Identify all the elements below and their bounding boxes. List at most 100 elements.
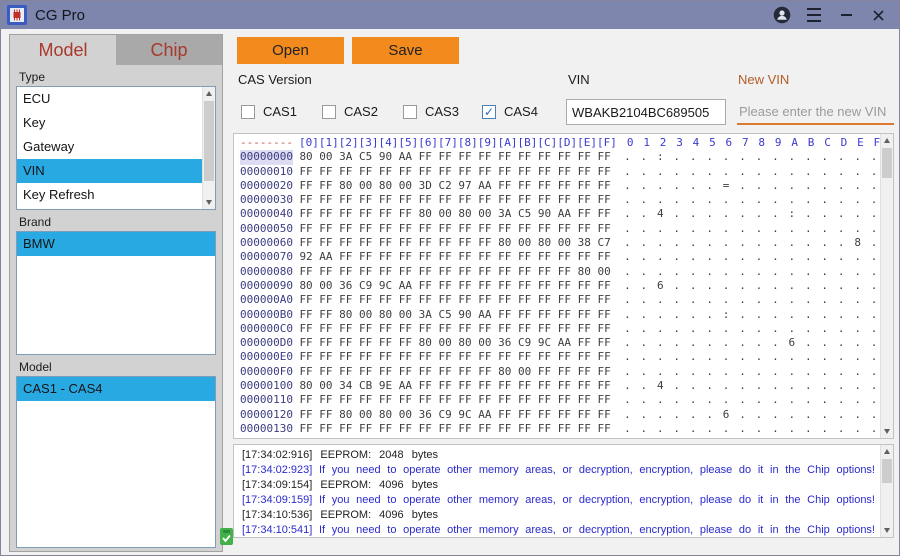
hex-bytes[interactable]: FF FF FF FF FF FF FF FF FF FF FF FF FF F… bbox=[299, 165, 614, 179]
new-vin-input[interactable] bbox=[737, 99, 894, 125]
hex-bytes[interactable]: 80 00 3A C5 90 AA FF FF FF FF FF FF FF F… bbox=[299, 150, 614, 164]
minimize-button[interactable] bbox=[833, 2, 859, 28]
hex-address[interactable]: 00000040 bbox=[240, 207, 293, 221]
hex-address[interactable]: 000000F0 bbox=[240, 365, 293, 379]
hex-bytes[interactable]: FF FF FF FF FF FF FF FF FF FF FF FF FF F… bbox=[299, 322, 614, 336]
hex-address[interactable]: 00000030 bbox=[240, 193, 293, 207]
sidebar-item-ecu[interactable]: ECU bbox=[17, 87, 215, 111]
scrollbar-thumb[interactable] bbox=[882, 148, 892, 178]
hex-row[interactable]: 00000120FF FF 80 00 80 00 36 C9 9C AA FF… bbox=[240, 408, 879, 422]
account-icon[interactable] bbox=[769, 2, 795, 28]
save-button[interactable]: Save bbox=[352, 37, 459, 64]
hex-ascii[interactable]: . . 4 . . . . . . . . . . . . . bbox=[624, 379, 879, 393]
hex-row[interactable]: 00000000 80 00 3A C5 90 AA FF FF FF FF FF… bbox=[240, 150, 879, 164]
hex-row[interactable]: 00000040 FF FF FF FF FF FF 80 00 80 00 3A… bbox=[240, 207, 879, 221]
hex-bytes[interactable]: 92 AA FF FF FF FF FF FF FF FF FF FF FF F… bbox=[299, 250, 614, 264]
hex-ascii[interactable]: . . . . . . . . . . . . . . . . bbox=[624, 193, 879, 207]
hex-ascii[interactable]: . . 6 . . . . . . . . . . . . . bbox=[624, 279, 879, 293]
hex-bytes[interactable]: FF FF FF FF FF FF FF FF FF FF FF FF FF F… bbox=[299, 265, 614, 279]
sidebar-item-key-refresh[interactable]: Key Refresh bbox=[17, 183, 215, 207]
hex-ascii[interactable]: . . . . . . . . . . . . . . . . bbox=[624, 422, 879, 436]
hex-address[interactable]: 00000080 bbox=[240, 265, 293, 279]
hex-address[interactable]: 00000120 bbox=[240, 408, 293, 422]
hex-bytes[interactable]: FF FF FF FF FF FF FF FF FF FF FF FF FF F… bbox=[299, 222, 614, 236]
hex-ascii[interactable]: . . . . . . . . . . . . . . . . bbox=[624, 350, 879, 364]
hex-address[interactable]: 00000060 bbox=[240, 236, 293, 250]
hex-row[interactable]: 00000010 FF FF FF FF FF FF FF FF FF FF FF… bbox=[240, 165, 879, 179]
hex-ascii[interactable]: . . . . . . . . . . . . . . . . bbox=[624, 393, 879, 407]
hex-address[interactable]: 000000A0 bbox=[240, 293, 293, 307]
hex-row[interactable]: 000000E0 FF FF FF FF FF FF FF FF FF FF FF… bbox=[240, 350, 879, 364]
sidebar-item-key[interactable]: Key bbox=[17, 111, 215, 135]
cas-checkbox-cas3[interactable]: CAS3 bbox=[403, 104, 459, 119]
vin-input[interactable] bbox=[566, 99, 726, 125]
hex-row[interactable]: 000000F0 FF FF FF FF FF FF FF FF FF FF 80… bbox=[240, 365, 879, 379]
hex-row[interactable]: 000000D0 FF FF FF FF FF FF 80 00 80 00 36… bbox=[240, 336, 879, 350]
hex-bytes[interactable]: FF FF FF FF FF FF FF FF FF FF FF FF FF F… bbox=[299, 193, 614, 207]
hex-ascii[interactable]: . . 4 . . . . . . . : . . . . . bbox=[624, 207, 879, 221]
hex-bytes[interactable]: FF FF FF FF FF FF FF FF FF FF 80 00 FF F… bbox=[299, 365, 614, 379]
hex-row[interactable]: 0000010080 00 34 CB 9E AA FF FF FF FF FF… bbox=[240, 379, 879, 393]
hex-row[interactable]: 00000130 FF FF FF FF FF FF FF FF FF FF FF… bbox=[240, 422, 879, 436]
hex-address[interactable]: 00000000 bbox=[240, 150, 293, 164]
hamburger-menu-icon[interactable] bbox=[801, 2, 827, 28]
hex-bytes[interactable]: FF FF FF FF FF FF 80 00 80 00 3A C5 90 A… bbox=[299, 207, 614, 221]
hex-bytes[interactable]: FF FF FF FF FF FF FF FF FF FF 80 00 80 0… bbox=[299, 236, 614, 250]
scroll-down-icon[interactable] bbox=[881, 524, 893, 537]
hex-row[interactable]: 00000090 80 00 36 C9 9C AA FF FF FF FF FF… bbox=[240, 279, 879, 293]
hex-row[interactable]: 00000030 FF FF FF FF FF FF FF FF FF FF FF… bbox=[240, 193, 879, 207]
hex-bytes[interactable]: FF FF FF FF FF FF 80 00 80 00 36 C9 9C A… bbox=[299, 336, 614, 350]
hex-ascii[interactable]: . . . . . . . . . . . . . . . . bbox=[624, 222, 879, 236]
hex-viewer[interactable]: --------[0][1][2][3][4][5][6][7][8][9][A… bbox=[233, 133, 894, 439]
scroll-up-icon[interactable] bbox=[203, 87, 215, 100]
sidebar-item-bmw[interactable]: BMW bbox=[17, 232, 215, 256]
close-button[interactable] bbox=[865, 2, 891, 28]
checkbox-unchecked-icon[interactable] bbox=[322, 105, 336, 119]
hex-address[interactable]: 00000070 bbox=[240, 250, 293, 264]
log-scrollbar[interactable] bbox=[880, 445, 893, 537]
hex-ascii[interactable]: . . . . . . . . . . . . . . . . bbox=[624, 165, 879, 179]
hex-address[interactable]: 00000010 bbox=[240, 165, 293, 179]
hex-row[interactable]: 00000020FF FF 80 00 80 00 3D C2 97 AA FF… bbox=[240, 179, 879, 193]
hex-bytes[interactable]: 80 00 36 C9 9C AA FF FF FF FF FF FF FF F… bbox=[299, 279, 614, 293]
tab-model[interactable]: Model bbox=[10, 35, 116, 65]
hex-row[interactable]: 00000080 FF FF FF FF FF FF FF FF FF FF FF… bbox=[240, 265, 879, 279]
hex-ascii[interactable]: . . : . . . . . . . . . . . . . bbox=[624, 150, 879, 164]
hex-address[interactable]: 00000130 bbox=[240, 422, 293, 436]
cas-checkbox-cas2[interactable]: CAS2 bbox=[322, 104, 378, 119]
hex-ascii[interactable]: . . . . . . : . . . . . . . . . bbox=[624, 308, 879, 322]
hex-ascii[interactable]: . . . . . . . . . . . . . . . . bbox=[624, 293, 879, 307]
log-panel[interactable]: [17:34:02:916] EEPROM: 2048 bytes[17:34:… bbox=[233, 444, 894, 538]
hex-ascii[interactable]: . . . . . . . . . . . . . . . . bbox=[624, 365, 879, 379]
hex-address[interactable]: 000000D0 bbox=[240, 336, 293, 350]
hex-row[interactable]: 000000B0FF FF 80 00 80 00 3A C5 90 AA FF… bbox=[240, 308, 879, 322]
hex-address[interactable]: 000000E0 bbox=[240, 350, 293, 364]
hex-bytes[interactable]: 80 00 34 CB 9E AA FF FF FF FF FF FF FF F… bbox=[299, 379, 614, 393]
hex-ascii[interactable]: . . . . . . . . . . 6 . . . . . bbox=[624, 336, 879, 350]
hex-row[interactable]: 00000050 FF FF FF FF FF FF FF FF FF FF FF… bbox=[240, 222, 879, 236]
cas-checkbox-cas4[interactable]: ✓CAS4 bbox=[482, 104, 538, 119]
hex-row[interactable]: 000000A0 FF FF FF FF FF FF FF FF FF FF FF… bbox=[240, 293, 879, 307]
hex-row[interactable]: 00000110FF FF FF FF FF FF FF FF FF FF FF… bbox=[240, 393, 879, 407]
scroll-up-icon[interactable] bbox=[881, 134, 893, 147]
scrollbar-thumb[interactable] bbox=[882, 459, 892, 483]
hex-ascii[interactable]: . . . . . . = . . . . . . . . . bbox=[624, 179, 879, 193]
open-button[interactable]: Open bbox=[237, 37, 344, 64]
hex-bytes[interactable]: FF FF FF FF FF FF FF FF FF FF FF FF FF F… bbox=[299, 350, 614, 364]
hex-ascii[interactable]: . . . . . . . . . . . . . . . . bbox=[624, 265, 879, 279]
type-list-scrollbar[interactable] bbox=[202, 87, 215, 209]
sidebar-item-cas1-cas4[interactable]: CAS1 - CAS4 bbox=[17, 377, 215, 401]
hex-bytes[interactable]: FF FF FF FF FF FF FF FF FF FF FF FF FF F… bbox=[299, 293, 614, 307]
hex-row[interactable]: 00000060 FF FF FF FF FF FF FF FF FF FF 80… bbox=[240, 236, 879, 250]
checkbox-checked-icon[interactable]: ✓ bbox=[482, 105, 496, 119]
hex-address[interactable]: 00000050 bbox=[240, 222, 293, 236]
hex-scrollbar[interactable] bbox=[880, 134, 893, 438]
sidebar-item-gateway[interactable]: Gateway bbox=[17, 135, 215, 159]
hex-address[interactable]: 00000020 bbox=[240, 179, 293, 193]
hex-ascii[interactable]: . . . . . . . . . . . . . . . . bbox=[624, 250, 879, 264]
hex-row[interactable]: 000000C0FF FF FF FF FF FF FF FF FF FF FF… bbox=[240, 322, 879, 336]
hex-address[interactable]: 00000090 bbox=[240, 279, 293, 293]
hex-bytes[interactable]: FF FF FF FF FF FF FF FF FF FF FF FF FF F… bbox=[299, 422, 614, 436]
scroll-down-icon[interactable] bbox=[203, 196, 215, 209]
hex-ascii[interactable]: . . . . . . 6 . . . . . . . . . bbox=[624, 408, 879, 422]
